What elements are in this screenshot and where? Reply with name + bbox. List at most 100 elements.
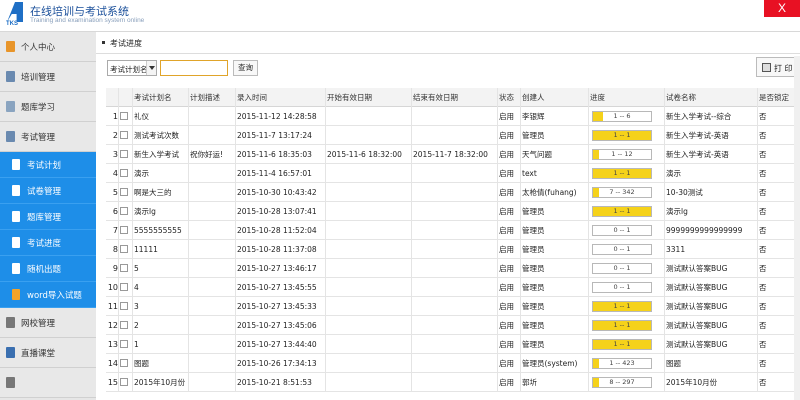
cell-status: 启用	[499, 378, 514, 387]
table-row[interactable]: 13 1 2015-10-27 13:44:40 启用 管理员 1 -- 1 测试默认答案B…	[106, 335, 800, 354]
search-input[interactable]	[160, 60, 228, 76]
column-header[interactable]: 状态	[499, 88, 514, 107]
sidebar-subitem-0[interactable]: 考试计划	[0, 152, 96, 178]
table-row[interactable]: 4 演示 2015-11-4 16:57:01 启用 text 1 -- 1 演示 否	[106, 164, 800, 183]
cell-paper: 测试默认答案BUG	[666, 302, 728, 311]
cell-desc: 祝你好运!	[190, 150, 224, 159]
cell-lock: 否	[759, 226, 767, 235]
cell-status: 启用	[499, 302, 514, 311]
table-row[interactable]: 9 5 2015-10-27 13:46:17 启用 管理员 0 -- 1 测试默认答案BU…	[106, 259, 800, 278]
cell-lock: 否	[759, 359, 767, 368]
cell-time: 2015-10-26 17:34:13	[237, 359, 317, 368]
column-header[interactable]: 创建人	[522, 88, 545, 107]
progress-text: 1 -- 1	[613, 302, 631, 310]
print-button[interactable]: 打 印	[756, 57, 798, 77]
close-button[interactable]: X	[764, 0, 800, 17]
progress-text: 0 -- 1	[613, 283, 631, 291]
printer-icon	[762, 63, 771, 72]
tks-logo: TKS	[4, 2, 26, 30]
cell-lock: 否	[759, 340, 767, 349]
sidebar-bottom-item-1[interactable]: 直播课堂	[0, 338, 96, 368]
row-checkbox[interactable]	[120, 340, 128, 348]
table-row[interactable]: 5 啊是大三的 2015-10-30 10:43:42 启用 太枪倩(fuhang) 7 …	[106, 183, 800, 202]
cell-creator: 管理员	[522, 207, 545, 216]
document-icon	[12, 237, 20, 248]
bullet-icon	[102, 41, 105, 44]
cell-status: 启用	[499, 226, 514, 235]
video-icon	[6, 347, 15, 358]
sidebar-subitem-2[interactable]: 题库管理	[0, 204, 96, 230]
table-row[interactable]: 7 5555555555 2015-10-28 11:52:04 启用 管理员 0 -- …	[106, 221, 800, 240]
row-checkbox[interactable]	[120, 302, 128, 310]
column-header[interactable]: 计划描述	[190, 88, 220, 107]
progress-text: 1 -- 12	[611, 150, 633, 158]
cell-name: 测试考试次数	[134, 131, 179, 140]
cell-time: 2015-10-28 11:52:04	[237, 226, 317, 235]
settings-icon	[6, 377, 15, 388]
sidebar-bottom-item-2[interactable]	[0, 368, 96, 398]
column-header[interactable]: 是否锁定	[759, 88, 789, 107]
sidebar-subitem-5[interactable]: word导入试题	[0, 282, 96, 308]
row-checkbox[interactable]	[120, 283, 128, 291]
row-checkbox[interactable]	[120, 359, 128, 367]
sidebar-item-0[interactable]: 个人中心	[0, 32, 96, 62]
cell-paper: 新生入学考试-英语	[666, 150, 729, 159]
table-row[interactable]: 1 礼仪 2015-11-12 14:28:58 启用 李银辉 1 -- 6 新生入学考试-…	[106, 107, 800, 126]
sidebar-subitem-1[interactable]: 试卷管理	[0, 178, 96, 204]
cell-creator: 管理员	[522, 245, 545, 254]
table-row[interactable]: 12 2 2015-10-27 13:45:06 启用 管理员 1 -- 1 测试默认答案B…	[106, 316, 800, 335]
filter-select[interactable]: 考试计划名	[107, 60, 157, 76]
row-checkbox[interactable]	[120, 207, 128, 215]
column-header[interactable]: 进度	[590, 88, 605, 107]
column-header[interactable]: 考试计划名	[134, 88, 172, 107]
row-checkbox[interactable]	[120, 378, 128, 386]
sidebar-subitem-3[interactable]: 考试进度	[0, 230, 96, 256]
table-row[interactable]: 15 2015年10月份 2015-10-21 8:51:53 启用 郭圻 8 -- 29…	[106, 373, 800, 392]
sidebar-subitem-4[interactable]: 随机出题	[0, 256, 96, 282]
table-row[interactable]: 8 11111 2015-10-28 11:37:08 启用 管理员 0 -- 1 3311…	[106, 240, 800, 259]
row-number: 12	[107, 321, 118, 330]
table-row[interactable]: 14 图题 2015-10-26 17:34:13 启用 管理员(system) 1 --…	[106, 354, 800, 373]
query-button[interactable]: 查询	[233, 60, 258, 76]
table-row[interactable]: 10 4 2015-10-27 13:45:55 启用 管理员 0 -- 1 测试默认答案B…	[106, 278, 800, 297]
progress-bar: 1 -- 1	[592, 320, 652, 331]
row-checkbox[interactable]	[120, 169, 128, 177]
column-header[interactable]: 试卷名称	[666, 88, 696, 107]
row-checkbox[interactable]	[120, 245, 128, 253]
table-row[interactable]: 3 新生入学考试 祝你好运! 2015-11-6 18:35:03 2015-11-6 …	[106, 145, 800, 164]
app-subtitle: Training and examination system online	[30, 17, 145, 24]
row-checkbox[interactable]	[120, 321, 128, 329]
table-row[interactable]: 11 3 2015-10-27 13:45:33 启用 管理员 1 -- 1 测试默认答案B…	[106, 297, 800, 316]
row-checkbox[interactable]	[120, 226, 128, 234]
cell-status: 启用	[499, 188, 514, 197]
progress-bar: 1 -- 1	[592, 339, 652, 350]
progress-text: 0 -- 1	[613, 226, 631, 234]
cell-status: 启用	[499, 131, 514, 140]
sidebar-item-3[interactable]: 考试管理	[0, 122, 96, 152]
sidebar-bottom-item-0[interactable]: 网校管理	[0, 308, 96, 338]
cell-paper: 新生入学考试--综合	[666, 112, 732, 121]
column-header[interactable]: 结束有效日期	[413, 88, 458, 107]
column-header[interactable]: 开始有效日期	[327, 88, 372, 107]
scrollbar[interactable]	[794, 56, 800, 400]
sidebar-item-2[interactable]: 题库学习	[0, 92, 96, 122]
cell-lock: 否	[759, 150, 767, 159]
cell-name: 3	[134, 302, 139, 311]
row-checkbox[interactable]	[120, 131, 128, 139]
cell-time: 2015-11-7 13:17:24	[237, 131, 312, 140]
cell-lock: 否	[759, 112, 767, 121]
row-checkbox[interactable]	[120, 264, 128, 272]
chevron-down-icon[interactable]	[146, 61, 156, 75]
table-row[interactable]: 2 测试考试次数 2015-11-7 13:17:24 启用 管理员 1 -- 1 新生入学…	[106, 126, 800, 145]
row-checkbox[interactable]	[120, 188, 128, 196]
row-number: 3	[112, 150, 118, 159]
sidebar-item-label: 个人中心	[21, 43, 56, 53]
sidebar-item-1[interactable]: 培训管理	[0, 62, 96, 92]
table-row[interactable]: 6 演示lg 2015-10-28 13:07:41 启用 管理员 1 -- 1 演示lg 否	[106, 202, 800, 221]
column-header[interactable]: 录入时间	[237, 88, 267, 107]
row-checkbox[interactable]	[120, 150, 128, 158]
sidebar-subitem-label: word导入试题	[27, 291, 82, 301]
cell-creator: 管理员	[522, 131, 545, 140]
row-checkbox[interactable]	[120, 112, 128, 120]
cell-paper: 10-30测试	[666, 188, 703, 197]
